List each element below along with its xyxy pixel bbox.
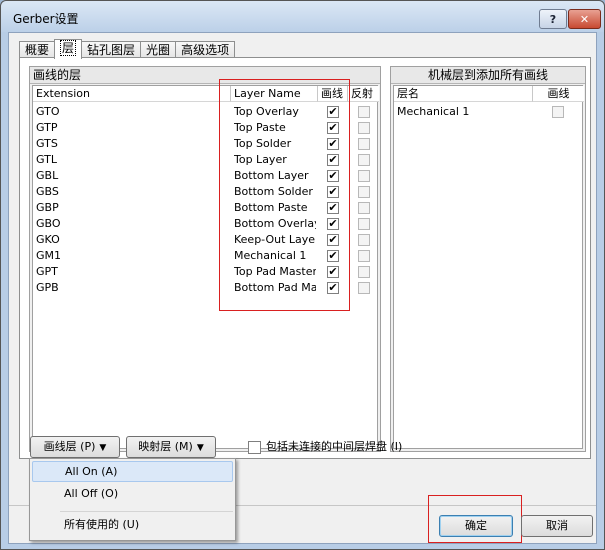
row-layer-name: Top Pad Master [234,265,316,278]
plot-checkbox[interactable]: ✔ [327,186,339,198]
plot-layers-menu: All On (A) All Off (O) 所有使用的 (U) [29,458,236,541]
map-layers-button[interactable]: 映射层 (M) ▼ [126,436,216,458]
row-extension: GTS [36,137,58,150]
row-layer-name: Top Overlay [234,105,299,118]
col-mirror[interactable]: 反射 [348,86,379,102]
plot-layers-button[interactable]: 画线层 (P) ▼ [30,436,120,458]
table-row[interactable]: GM1 Mechanical 1 ✔ [33,248,377,264]
col-plot[interactable]: 画线 [318,86,348,102]
plot-checkbox[interactable]: ✔ [327,218,339,230]
table-row[interactable]: GTO Top Overlay ✔ [33,104,377,120]
tab-strip: 概要 层 钻孔图层 光圈 高级选项 [19,39,236,59]
table-row[interactable]: GKO Keep-Out Layer ✔ [33,232,377,248]
col-layer-name[interactable]: Layer Name [231,86,318,102]
row-extension: GTO [36,105,60,118]
mech-layers-list[interactable]: 层名 画线 Mechanical 1 [393,85,584,449]
menu-item-all-off[interactable]: All Off (O) [32,483,233,504]
col-mech-plot[interactable]: 画线 [533,86,584,102]
table-row[interactable]: GBP Bottom Paste ✔ [33,200,377,216]
row-layer-name: Bottom Solder [234,185,313,198]
row-extension: GBL [36,169,59,182]
plot-checkbox[interactable]: ✔ [327,122,339,134]
row-extension: GPB [36,281,59,294]
row-extension: GKO [36,233,60,246]
mirror-checkbox[interactable] [358,250,370,262]
row-layer-name: Mechanical 1 [234,249,307,262]
mirror-checkbox[interactable] [358,202,370,214]
row-layer-name: Bottom Pad Master [234,281,316,294]
row-extension: GBO [36,217,61,230]
row-extension: GM1 [36,249,62,262]
plot-checkbox[interactable]: ✔ [327,106,339,118]
menu-separator [60,511,233,512]
col-extension[interactable]: Extension [33,86,231,102]
row-layer-name: Bottom Overlay [234,217,316,230]
chevron-down-icon: ▼ [99,443,107,453]
row-layer-name: Bottom Paste [234,201,308,214]
mirror-checkbox[interactable] [358,138,370,150]
cancel-button[interactable]: 取消 [521,515,593,537]
layers-tab-panel: 画线的层 Extension Layer Name 画线 反射 GTO Top O… [19,57,591,459]
gerber-settings-dialog: Gerber设置 ? ✕ 概要 层 钻孔图层 光圈 高级选项 画线的层 Exte… [0,0,605,550]
mirror-checkbox[interactable] [358,122,370,134]
row-layer-name: Top Solder [234,137,292,150]
help-button[interactable]: ? [539,9,567,29]
plot-layers-list[interactable]: Extension Layer Name 画线 反射 GTO Top Overla… [32,85,379,449]
row-layer-name: Top Layer [234,153,287,166]
mirror-checkbox[interactable] [358,154,370,166]
plot-layers-group: 画线的层 Extension Layer Name 画线 反射 GTO Top O… [29,66,381,452]
include-unconnected-label[interactable]: 包括未连接的中间层焊盘 (I) [266,439,402,455]
row-extension: GPT [36,265,58,278]
table-row[interactable]: GPB Bottom Pad Master ✔ [33,280,377,296]
plot-checkbox[interactable]: ✔ [327,266,339,278]
plot-checkbox[interactable]: ✔ [327,234,339,246]
window-title: Gerber设置 [13,12,79,26]
plot-layers-title: 画线的层 [30,67,380,84]
mech-layers-title: 机械层到添加所有画线 [391,67,585,84]
plot-checkbox[interactable]: ✔ [327,170,339,182]
table-row[interactable]: GTP Top Paste ✔ [33,120,377,136]
chevron-down-icon: ▼ [196,443,204,453]
include-unconnected-checkbox[interactable] [248,441,261,454]
table-row[interactable]: Mechanical 1 [394,104,582,120]
row-layer-name: Top Paste [234,121,286,134]
mech-plot-checkbox[interactable] [552,106,564,118]
row-extension: GBS [36,185,59,198]
row-mech-layer-name: Mechanical 1 [397,105,470,118]
col-mech-layer-name[interactable]: 层名 [394,86,533,102]
table-row[interactable]: GBO Bottom Overlay ✔ [33,216,377,232]
mirror-checkbox[interactable] [358,234,370,246]
title-bar[interactable]: Gerber设置 ? ✕ [1,1,604,32]
mirror-checkbox[interactable] [358,282,370,294]
table-row[interactable]: GTS Top Solder ✔ [33,136,377,152]
mirror-checkbox[interactable] [358,266,370,278]
plot-checkbox[interactable]: ✔ [327,138,339,150]
row-extension: GTP [36,121,58,134]
row-layer-name: Bottom Layer [234,169,309,182]
row-extension: GTL [36,153,57,166]
menu-item-all-used[interactable]: 所有使用的 (U) [32,514,233,535]
table-row[interactable]: GBS Bottom Solder ✔ [33,184,377,200]
plot-checkbox[interactable]: ✔ [327,282,339,294]
close-button[interactable]: ✕ [568,9,601,29]
mirror-checkbox[interactable] [358,218,370,230]
mirror-checkbox[interactable] [358,186,370,198]
tab-layers[interactable]: 层 [54,39,83,59]
table-row[interactable]: GTL Top Layer ✔ [33,152,377,168]
row-extension: GBP [36,201,59,214]
table-row[interactable]: GPT Top Pad Master ✔ [33,264,377,280]
row-layer-name: Keep-Out Layer [234,233,316,246]
mech-layers-group: 机械层到添加所有画线 层名 画线 Mechanical 1 [390,66,586,452]
mirror-checkbox[interactable] [358,170,370,182]
ok-button[interactable]: 确定 [439,515,513,537]
menu-item-all-on[interactable]: All On (A) [32,461,233,482]
mirror-checkbox[interactable] [358,106,370,118]
table-row[interactable]: GBL Bottom Layer ✔ [33,168,377,184]
plot-checkbox[interactable]: ✔ [327,154,339,166]
plot-checkbox[interactable]: ✔ [327,250,339,262]
plot-checkbox[interactable]: ✔ [327,202,339,214]
